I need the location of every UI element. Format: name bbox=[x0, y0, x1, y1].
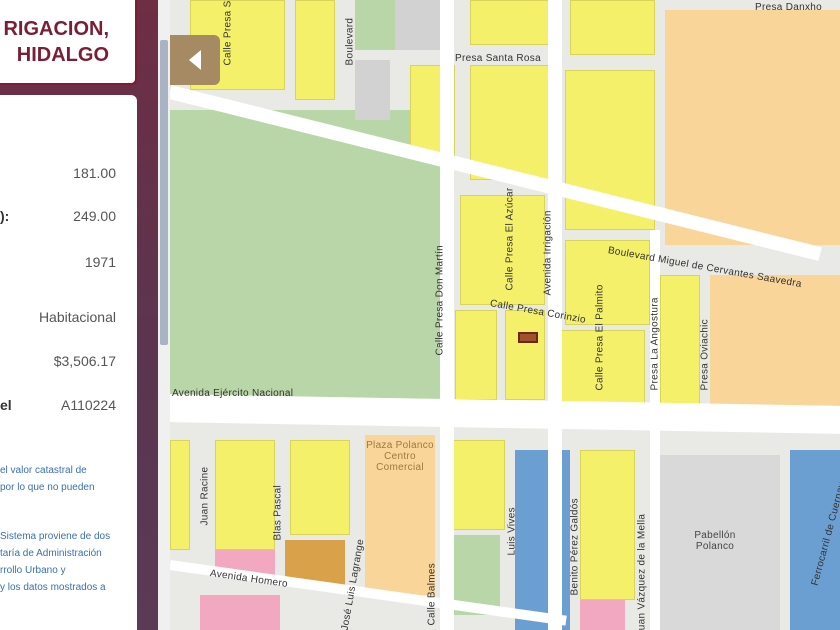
note-line: Sistema proviene de dos bbox=[0, 531, 111, 542]
street-label: Presa Santa Rosa bbox=[455, 53, 541, 64]
row-value: 181.00 bbox=[73, 165, 116, 181]
street-label: Presa Danxho bbox=[755, 2, 822, 13]
zone-block bbox=[710, 275, 840, 410]
street-label: Benito Pérez Galdós bbox=[569, 498, 581, 596]
place-label: Pabellón Polanco bbox=[694, 530, 736, 552]
street-label: Luis Vives bbox=[506, 507, 518, 556]
selected-parcel[interactable] bbox=[518, 332, 538, 343]
note-line: taría de Administración bbox=[0, 548, 102, 559]
title-line: RIGACION, bbox=[3, 18, 109, 40]
street-label: Calle Balmes bbox=[426, 562, 438, 626]
street-label: Juan Vázquez de la Mella bbox=[636, 513, 648, 630]
row-key: ): bbox=[0, 208, 10, 224]
row-value: $3,506.17 bbox=[53, 353, 116, 369]
row-value: A110224 bbox=[60, 397, 116, 413]
chevron-left-icon bbox=[189, 50, 201, 70]
row-value: Habitacional bbox=[38, 309, 116, 325]
zone-block bbox=[665, 10, 840, 245]
title-line: HIDALGO bbox=[16, 44, 109, 66]
street-label: Boulevard bbox=[344, 17, 356, 66]
row-value: 1971 bbox=[84, 254, 116, 270]
panel-scrollbar[interactable] bbox=[158, 0, 170, 630]
street-label: Calle Presa El Palmito bbox=[594, 284, 606, 391]
row-value: 249.00 bbox=[73, 208, 116, 224]
scrollbar-thumb[interactable] bbox=[160, 40, 168, 345]
info-panel: 181.00 ): 249.00 1971 Habitacional $3,506… bbox=[0, 95, 137, 630]
street-label: Calle Presa Salinas bbox=[222, 0, 234, 66]
place-label: Plaza Polanco Centro Comercial bbox=[366, 440, 434, 473]
street-label: Presa Oviachic bbox=[699, 319, 711, 391]
note-line: y los datos mostrados a bbox=[0, 582, 106, 593]
note-2: Sistema proviene de dos taría de Adminis… bbox=[0, 528, 135, 596]
title-box: RIGACION, HIDALGO bbox=[0, 0, 137, 85]
collapse-panel-button[interactable] bbox=[170, 35, 220, 85]
street-label: Calle Presa El Azúcar bbox=[504, 187, 516, 291]
note-line: el valor catastral de bbox=[0, 465, 87, 476]
note-1: el valor catastral de por lo que no pued… bbox=[0, 462, 135, 496]
street-label: Presa La Angostura bbox=[649, 297, 661, 391]
street-label: Juan Racine bbox=[199, 466, 211, 526]
street-label: Avenida Ejército Nacional bbox=[172, 388, 294, 399]
street-label: Avenida Irrigación bbox=[542, 210, 554, 296]
row-key: el bbox=[0, 397, 12, 413]
note-line: rrollo Urbano y bbox=[0, 565, 66, 576]
street-label: Calle Presa Don Martín bbox=[434, 244, 446, 356]
note-line: por lo que no pueden bbox=[0, 482, 95, 493]
street-label: Blas Pascal bbox=[272, 484, 284, 541]
